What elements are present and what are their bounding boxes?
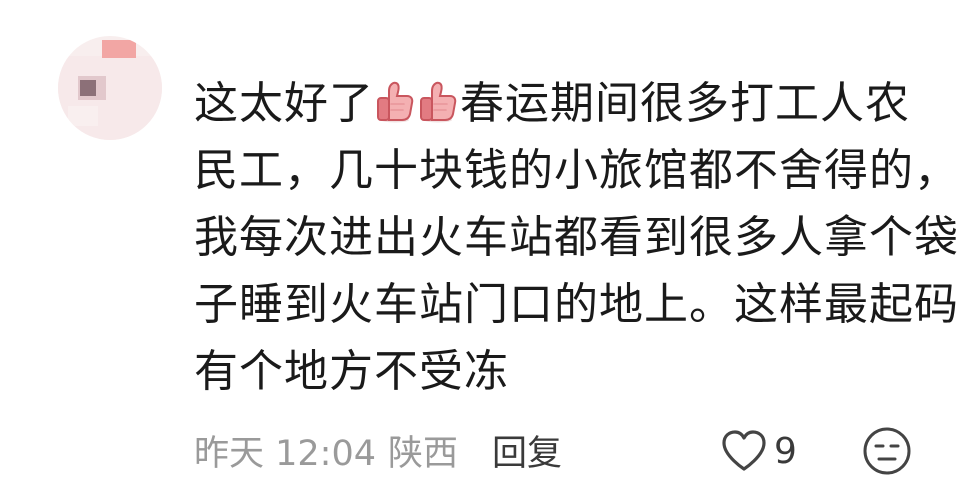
comment-text: 这太好了 <box>194 78 374 129</box>
thumbs-up-icon <box>377 81 414 123</box>
avatar-pixel-block <box>102 40 136 58</box>
comment-line-3: 我每次进出火车站都看到很多人拿个袋 <box>194 212 958 263</box>
thumbs-up-icon <box>420 81 457 123</box>
comment-body: 这太好了 春运期间很多打工人农 民工，几十块钱的小旅馆都不舍得的， 我每次进出火车… <box>194 70 958 405</box>
avatar-pixel-block <box>68 106 98 126</box>
avatar-pixel-block <box>58 56 162 140</box>
avatar-pixel-block <box>80 80 96 96</box>
avatar[interactable] <box>58 36 162 140</box>
comment-line-5: 有个地方不受冻 <box>194 346 509 397</box>
comment-timestamp: 昨天 12:04 <box>194 433 376 474</box>
reply-button[interactable]: 回复 <box>492 425 562 476</box>
expressionless-face-icon[interactable] <box>862 426 912 476</box>
like-button[interactable]: 9 <box>720 426 797 476</box>
comment-line-4: 子睡到火车站门口的地上。这样最起码 <box>194 279 958 330</box>
comment-line-2: 民工，几十块钱的小旅馆都不舍得的， <box>194 145 958 196</box>
comment-line-1: 这太好了 春运期间很多打工人农 <box>194 70 934 137</box>
like-count: 9 <box>774 430 797 472</box>
comment-location: 陕西 <box>388 433 459 474</box>
comment-meta: 昨天 12:04 陕西 回复 <box>194 422 562 478</box>
heart-outline-icon <box>722 430 766 471</box>
comment-text: 春运期间很多打工人农 <box>460 78 910 129</box>
